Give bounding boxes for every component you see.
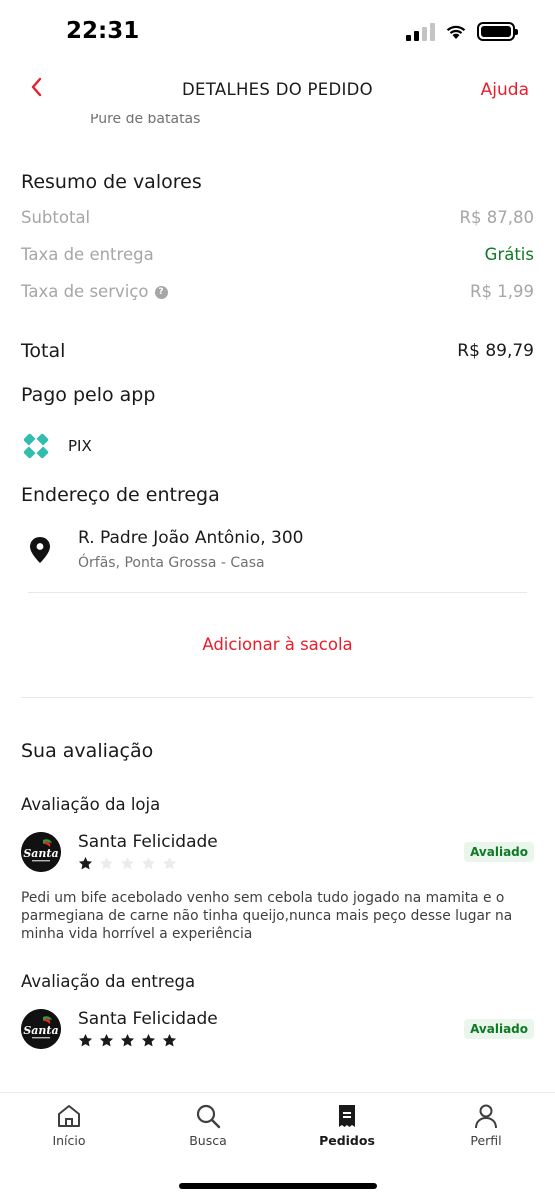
nav-home[interactable]: Início <box>24 1103 114 1148</box>
nav-search[interactable]: Busca <box>163 1103 253 1148</box>
delivery-fee-label: Taxa de entrega <box>21 245 154 264</box>
service-fee-label: Taxa de serviço <box>21 282 149 301</box>
star-empty-icon <box>120 856 135 870</box>
star-filled-icon <box>78 1033 93 1047</box>
nav-profile-label: Perfil <box>470 1133 502 1148</box>
star-empty-icon <box>162 856 177 870</box>
user-icon <box>475 1104 497 1129</box>
nav-profile[interactable]: Perfil <box>441 1103 531 1148</box>
santa-logo: Santa <box>21 832 61 872</box>
rated-badge: Avaliado <box>464 1019 534 1039</box>
subtotal-value: R$ 87,80 <box>459 208 534 227</box>
store-star-rating <box>78 856 177 871</box>
address-title: Endereço de entrega <box>21 484 220 506</box>
nav-home-label: Início <box>52 1133 86 1148</box>
store-logo: Santa <box>21 1009 61 1049</box>
delivery-rating-row[interactable]: Santa Santa Felicidade Avaliado <box>21 1009 534 1053</box>
store-rating-row[interactable]: Santa Santa Felicidade Avaliado <box>21 832 534 876</box>
nav-orders-label: Pedidos <box>319 1133 375 1148</box>
page-title: DETALHES DO PEDIDO <box>182 80 373 99</box>
page-header: DETALHES DO PEDIDO Ajuda <box>0 66 555 114</box>
service-fee-value: R$ 1,99 <box>470 282 534 301</box>
rated-badge: Avaliado <box>464 842 534 862</box>
total-label: Total <box>21 340 66 362</box>
order-details-scroll[interactable]: Purê de batatas Resumo de valores Subtot… <box>0 0 555 1092</box>
rating-title: Sua avaliação <box>21 740 154 762</box>
store-review-text: Pedi um bife acebolado venho sem cebola … <box>21 890 513 942</box>
svg-text:Santa: Santa <box>23 847 58 860</box>
store-logo: Santa <box>21 832 61 872</box>
question-icon[interactable]: ? <box>154 286 168 299</box>
delivery-rating-title: Avaliação da entrega <box>21 972 196 991</box>
service-fee-row: Taxa de serviço? R$ 1,99 <box>21 282 534 301</box>
store-name: Santa Felicidade <box>78 832 218 852</box>
location-pin-icon <box>30 537 50 563</box>
search-icon <box>196 1104 221 1129</box>
star-filled-icon <box>120 1033 135 1047</box>
divider <box>28 592 527 593</box>
store-rating-title: Avaliação da loja <box>21 795 161 814</box>
pix-icon <box>23 433 49 459</box>
home-indicator <box>179 1183 377 1189</box>
star-filled-icon <box>141 1033 156 1047</box>
help-link[interactable]: Ajuda <box>481 80 529 100</box>
address-line-1: R. Padre João Antônio, 300 <box>78 528 304 548</box>
star-filled-icon <box>78 856 93 870</box>
delivery-store-name: Santa Felicidade <box>78 1009 218 1029</box>
total-row: Total R$ 89,79 <box>21 340 534 362</box>
nav-search-label: Busca <box>189 1133 227 1148</box>
total-value: R$ 89,79 <box>457 341 534 361</box>
subtotal-row: Subtotal R$ 87,80 <box>21 208 534 227</box>
payment-method-label: PIX <box>68 437 92 455</box>
star-filled-icon <box>162 1033 177 1047</box>
delivery-fee-row: Taxa de entrega Grátis <box>21 245 534 264</box>
summary-title: Resumo de valores <box>21 171 202 193</box>
receipt-icon <box>339 1105 355 1127</box>
add-to-bag-button[interactable]: Adicionar à sacola <box>0 635 555 654</box>
santa-logo: Santa <box>21 1009 61 1049</box>
subtotal-label: Subtotal <box>21 208 91 227</box>
star-empty-icon <box>141 856 156 870</box>
svg-text:Santa: Santa <box>23 1024 58 1037</box>
star-filled-icon <box>99 1033 114 1047</box>
star-empty-icon <box>99 856 114 870</box>
home-icon <box>58 1105 80 1127</box>
delivery-star-rating <box>78 1033 177 1048</box>
payment-method: PIX <box>22 432 92 460</box>
divider <box>21 697 534 698</box>
delivery-fee-value: Grátis <box>484 245 534 264</box>
address-line-2: Órfãs, Ponta Grossa - Casa <box>78 555 265 571</box>
nav-orders[interactable]: Pedidos <box>302 1103 392 1148</box>
payment-title: Pago pelo app <box>21 384 156 406</box>
